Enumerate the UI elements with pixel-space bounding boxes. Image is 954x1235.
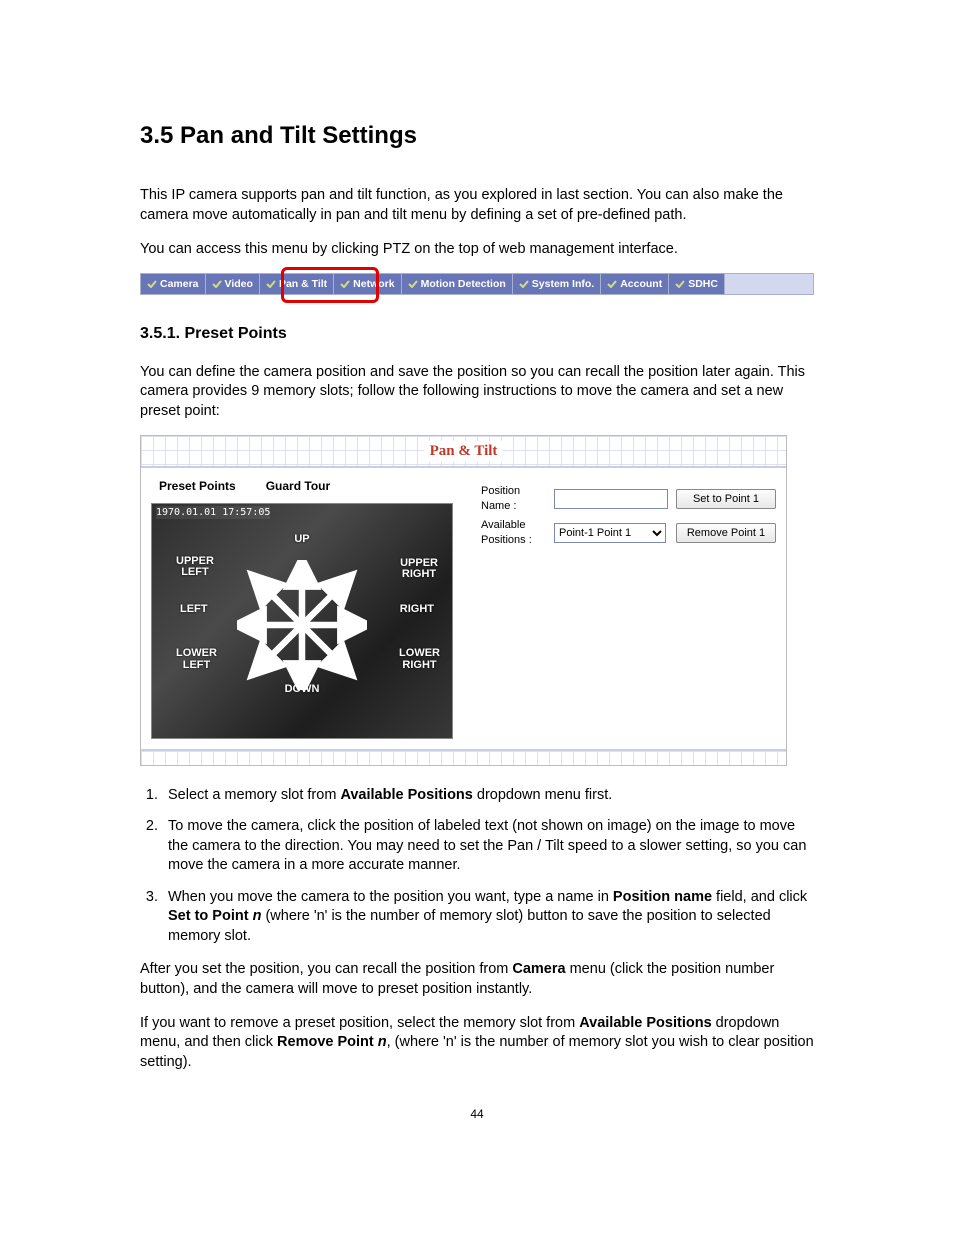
nav-tab-sdhc[interactable]: SDHC: [669, 274, 725, 294]
section-heading: 3.5 Pan and Tilt Settings: [140, 120, 814, 152]
nav-label: System Info.: [532, 277, 594, 291]
nav-tab-pan-tilt[interactable]: Pan & Tilt: [260, 274, 334, 294]
pan-tilt-panel: Pan & Tilt Preset Points Guard Tour 1970…: [140, 435, 787, 765]
nav-tab-camera[interactable]: Camera: [141, 274, 206, 294]
set-to-point-button[interactable]: Set to Point 1: [676, 489, 776, 509]
dir-label-left[interactable]: LEFT: [180, 604, 208, 616]
page-number: 44: [140, 1106, 814, 1122]
remove-point-button[interactable]: Remove Point 1: [676, 523, 776, 543]
check-icon: [340, 280, 350, 288]
check-icon: [212, 280, 222, 288]
dir-label-right[interactable]: RIGHT: [400, 604, 434, 616]
nav-label: SDHC: [688, 277, 718, 291]
nav-label: Account: [620, 277, 662, 291]
check-icon: [675, 280, 685, 288]
after-paragraph-2: If you want to remove a preset position,…: [140, 1014, 814, 1073]
dir-label-upper-right[interactable]: UPPERRIGHT: [400, 558, 438, 581]
check-icon: [408, 280, 418, 288]
intro-paragraph-1: This IP camera supports pan and tilt fun…: [140, 186, 814, 225]
dir-label-upper-left[interactable]: UPPERLEFT: [176, 556, 214, 579]
camera-timestamp: 1970.01.01 17:57:05: [156, 506, 270, 520]
list-item: When you move the camera to the position…: [162, 888, 814, 947]
list-item: To move the camera, click the position o…: [162, 817, 814, 876]
subsection-heading: 3.5.1. Preset Points: [140, 323, 814, 345]
intro-paragraph-2: You can access this menu by clicking PTZ…: [140, 240, 814, 260]
instruction-list: Select a memory slot from Available Posi…: [140, 786, 814, 947]
panel-footer-grid: [141, 751, 786, 765]
top-nav-bar: Camera Video Pan & Tilt Network Motion D…: [140, 273, 814, 295]
dir-label-lower-left[interactable]: LOWERLEFT: [176, 648, 217, 671]
direction-arrows-icon: [237, 560, 367, 690]
camera-viewport[interactable]: 1970.01.01 17:57:05 UP DOWN LEFT RIGHT U…: [151, 503, 453, 739]
dir-label-up[interactable]: UP: [294, 534, 309, 546]
nav-tab-motion-detection[interactable]: Motion Detection: [402, 274, 513, 294]
dir-label-lower-right[interactable]: LOWERRIGHT: [399, 648, 440, 671]
nav-label: Network: [353, 277, 394, 291]
after-paragraph-1: After you set the position, you can reca…: [140, 960, 814, 999]
nav-label: Camera: [160, 277, 199, 291]
nav-label: Video: [225, 277, 253, 291]
nav-label: Pan & Tilt: [279, 277, 327, 291]
check-icon: [607, 280, 617, 288]
preset-intro: You can define the camera position and s…: [140, 363, 814, 422]
nav-tab-video[interactable]: Video: [206, 274, 260, 294]
position-name-label: Position Name :: [477, 482, 550, 516]
available-positions-label: Available Positions :: [477, 516, 550, 550]
check-icon: [266, 280, 276, 288]
panel-title: Pan & Tilt: [424, 441, 504, 461]
check-icon: [147, 280, 157, 288]
list-item: Select a memory slot from Available Posi…: [162, 786, 814, 806]
check-icon: [519, 280, 529, 288]
position-name-input[interactable]: [554, 489, 668, 509]
tab-preset-points[interactable]: Preset Points: [159, 478, 236, 494]
nav-tab-network[interactable]: Network: [334, 274, 401, 294]
available-positions-dropdown[interactable]: Point-1 Point 1: [554, 523, 666, 543]
tab-guard-tour[interactable]: Guard Tour: [266, 478, 330, 494]
nav-label: Motion Detection: [421, 277, 506, 291]
panel-header-grid: Pan & Tilt: [141, 436, 786, 466]
nav-tab-account[interactable]: Account: [601, 274, 669, 294]
nav-tab-system-info[interactable]: System Info.: [513, 274, 601, 294]
